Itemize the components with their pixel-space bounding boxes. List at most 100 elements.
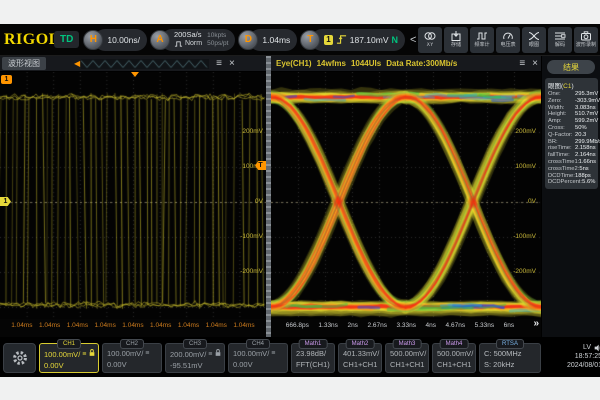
channel-box-ch4[interactable]: CH4100.00mV/≡0.00V: [228, 343, 288, 373]
tool-dvm[interactable]: 电压表: [496, 27, 520, 53]
main-display: 波形视图 ◀ ≡ × 200mV100mV0V-100mV-200mV 1 1 …: [0, 56, 600, 337]
eye-pane-header: Eye(CH1) 14wfms 1044UIs Data Rate:300Mb/…: [271, 56, 541, 72]
waveform-close-icon[interactable]: ×: [229, 58, 235, 69]
tool-decode[interactable]: 解码: [548, 27, 572, 53]
eye-uis-count: 1044UIs: [351, 59, 381, 68]
x-axis-label: 4.67ns: [446, 322, 466, 329]
channel-box-ch2[interactable]: CH2100.00mV/≡0.00V: [102, 343, 162, 373]
math-expression: CH1+CH1: [343, 359, 381, 370]
tool-storage[interactable]: 存储: [444, 27, 468, 53]
result-label: Width:: [548, 105, 575, 112]
rising-edge-icon: [336, 34, 347, 45]
math-tab: Math4: [440, 339, 469, 349]
coupling-icon: ≡: [271, 348, 275, 359]
eye-results-panel[interactable]: 眼图(C1) One:295.3mVZero:-303.9mVWidth:3.0…: [545, 78, 598, 189]
channel-tab: CH4: [246, 339, 270, 349]
d-knob-icon[interactable]: D: [238, 30, 258, 50]
math-tab: Math2: [346, 339, 375, 349]
channel-scale-row: 100.00mV/≡: [233, 348, 287, 359]
h-knob-icon[interactable]: H: [83, 30, 103, 50]
delay-value: 1.04ms: [262, 35, 290, 45]
tool-eye[interactable]: 眼图: [522, 27, 546, 53]
channel-box-ch1[interactable]: CH1100.00mV/≡0.00V: [39, 343, 99, 373]
y-axis-label: -100mV: [229, 233, 263, 240]
coupling-icon: ≡: [82, 349, 86, 360]
x-axis-label: 1.04ms: [39, 322, 60, 329]
a-knob-icon[interactable]: A: [150, 30, 170, 50]
waveform-view-pane: 波形视图 ◀ ≡ × 200mV100mV0V-100mV-200mV 1 1 …: [0, 56, 266, 337]
channel-box-ch3[interactable]: CH3200.00mV/≡-95.51mV: [165, 343, 225, 373]
horizontal-scale-control[interactable]: H 10.00ns/: [83, 29, 147, 51]
math-box-math3[interactable]: Math3500.00mV/CH1+CH1: [385, 343, 429, 373]
x-axis-label: 2ns: [347, 322, 357, 329]
tool-xy[interactable]: XY: [418, 27, 442, 53]
result-value: 50%: [575, 125, 587, 132]
math-box-math1[interactable]: Math123.98dB/FFT(CH1): [291, 343, 335, 373]
result-label: Height:: [548, 111, 575, 118]
t-knob-icon[interactable]: T: [300, 30, 320, 50]
rtsa-center-freq: C: 500MHz: [484, 348, 522, 359]
acquisition-control[interactable]: A 200Sa/s Norm 10kpts 50ps/pt: [150, 29, 235, 51]
channel-offset: 0.00V: [233, 359, 287, 370]
y-axis-label: 100mV: [502, 163, 536, 170]
result-label: Amp:: [548, 118, 575, 125]
y-axis-label: -200mV: [229, 268, 263, 275]
result-value: 2.158ns: [575, 145, 596, 152]
screen: RIGOL TD H 10.00ns/ A 200Sa/s Norm 10kpt…: [0, 0, 600, 400]
preview-arrow-icon[interactable]: ◀: [74, 59, 80, 68]
trigger-status-badge: TD: [54, 31, 79, 48]
channel-scale: 100.00mV/: [233, 348, 269, 359]
result-label: One:: [548, 91, 575, 98]
results-button[interactable]: 结果: [547, 60, 595, 74]
math-tab: Math1: [299, 339, 328, 349]
x-axis-label: 1.04ms: [67, 322, 88, 329]
top-bar: RIGOL TD H 10.00ns/ A 200Sa/s Norm 10kpt…: [0, 24, 600, 56]
x-axis-label: 1.04ms: [233, 322, 254, 329]
x-axis-label: 2.67ns: [367, 322, 387, 329]
eye-pane-title: Eye(CH1): [276, 59, 312, 68]
channel-offset: 0.00V: [44, 360, 98, 371]
waveform-preview-strip[interactable]: [81, 59, 209, 69]
waveform-pane-title: 波形视图: [2, 57, 46, 70]
waveform-x-axis: 1.04ms1.04ms1.04ms1.04ms1.04ms1.04ms1.04…: [0, 319, 266, 332]
coupling-icon: ≡: [208, 349, 212, 360]
math-box-math2[interactable]: Math2401.33mV/CH1+CH1: [338, 343, 382, 373]
trigger-position-marker[interactable]: [131, 72, 139, 77]
tool-counter[interactable]: 频率计: [470, 27, 494, 53]
result-label: crossTime2:: [548, 166, 579, 173]
settings-button[interactable]: [3, 343, 36, 373]
result-value: 510.7mV: [575, 111, 598, 118]
trigger-control[interactable]: T 1 187.10mV N: [300, 29, 405, 51]
oscilloscope-ui: RIGOL TD H 10.00ns/ A 200Sa/s Norm 10kpt…: [0, 24, 600, 377]
x-axis-label: 1.04ms: [178, 322, 199, 329]
rtsa-box[interactable]: RTSA C: 500MHz S: 20kHz: [479, 343, 541, 373]
result-row: crossTime1:1.66ns: [548, 159, 596, 166]
result-label: crossTime1:: [548, 159, 579, 166]
lock-icon: [88, 348, 96, 360]
math-expression: FFT(CH1): [296, 359, 334, 370]
expand-menu-icon[interactable]: »: [533, 318, 538, 329]
tool-label: XY: [427, 43, 434, 49]
eye-diagram-pane: Eye(CH1) 14wfms 1044UIs Data Rate:300Mb/…: [271, 56, 541, 337]
trigger-sweep-mode: N: [392, 35, 399, 45]
channel1-badge-marker[interactable]: 1: [1, 75, 12, 84]
eye-close-icon[interactable]: ×: [532, 58, 538, 69]
x-axis-label: 1.04ms: [206, 322, 227, 329]
rtsa-span: S: 20kHz: [484, 359, 514, 370]
x-axis-label: 6ns: [504, 322, 514, 329]
waveform-menu-icon[interactable]: ≡: [216, 58, 222, 69]
tool-label: 电压表: [501, 43, 516, 49]
tool-label: 波形录制: [576, 43, 596, 49]
waveform-display[interactable]: [0, 72, 266, 319]
result-value: 3.083ns: [575, 105, 596, 112]
x-axis-label: 1.04ms: [150, 322, 171, 329]
tool-record[interactable]: 波形录制: [574, 27, 598, 53]
eye-diagram-display[interactable]: [271, 72, 541, 319]
delay-control[interactable]: D 1.04ms: [238, 29, 297, 51]
xy-icon: [424, 30, 436, 42]
channel-tab: CH2: [120, 339, 144, 349]
math-box-math4[interactable]: Math4500.00mV/CH1+CH1: [432, 343, 476, 373]
eye-menu-icon[interactable]: ≡: [519, 58, 525, 69]
toolbar-scroll-left[interactable]: <: [408, 27, 418, 53]
result-label: BR:: [548, 139, 575, 146]
